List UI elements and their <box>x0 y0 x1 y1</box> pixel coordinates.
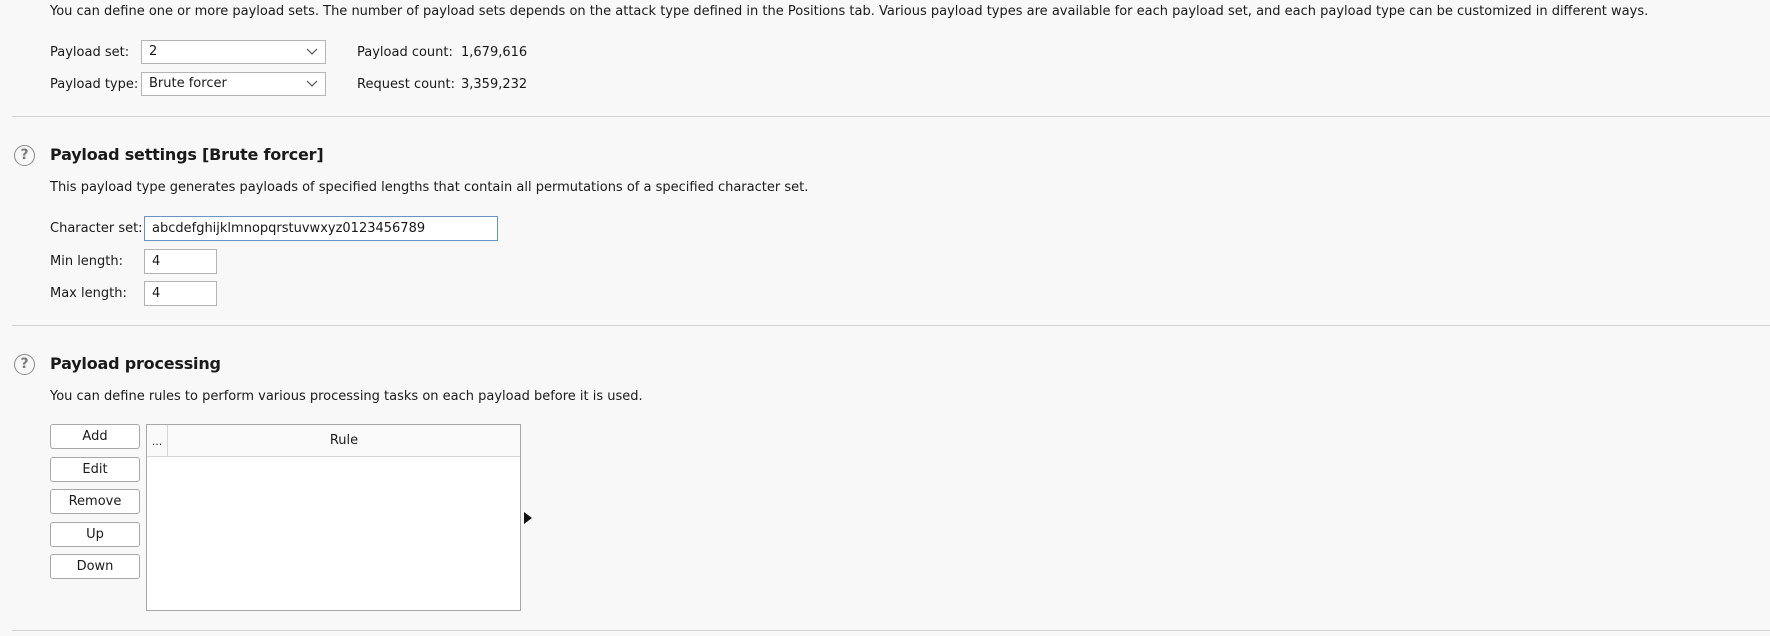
max-length-input[interactable]: 4 <box>144 281 217 306</box>
min-length-label: Min length: <box>50 254 124 269</box>
payload-settings-description: This payload type generates payloads of … <box>50 180 809 195</box>
request-count-label: Request count: <box>357 77 455 92</box>
min-length-input[interactable]: 4 <box>144 249 217 274</box>
payload-count-label: Payload count: <box>357 45 453 60</box>
section-divider <box>12 116 1770 117</box>
payload-settings-title: Payload settings [Brute forcer] <box>50 145 324 164</box>
payload-processing-title: Payload processing <box>50 354 221 373</box>
payload-set-value: 2 <box>149 44 158 59</box>
payload-set-select[interactable]: 2 <box>141 40 326 64</box>
payload-count-value: 1,679,616 <box>461 45 528 60</box>
remove-button[interactable]: Remove <box>50 489 140 514</box>
section-divider <box>12 325 1770 326</box>
chevron-down-icon <box>306 80 318 87</box>
character-set-label: Character set: <box>50 221 143 236</box>
column-header-rule[interactable]: Rule <box>168 425 520 456</box>
character-set-input[interactable]: abcdefghijklmnopqrstuvwxyz0123456789 <box>144 216 498 241</box>
payload-type-label: Payload type: <box>50 77 139 92</box>
payload-type-select[interactable]: Brute forcer <box>141 72 326 96</box>
processing-rules-table[interactable]: ... Rule <box>146 424 521 611</box>
edit-button[interactable]: Edit <box>50 457 140 482</box>
down-button[interactable]: Down <box>50 554 140 579</box>
payload-set-label: Payload set: <box>50 45 130 60</box>
payload-sets-description: You can define one or more payload sets.… <box>50 4 1649 19</box>
triangle-right-icon[interactable] <box>523 511 533 525</box>
chevron-down-icon <box>306 48 318 55</box>
column-header-options[interactable]: ... <box>147 425 168 456</box>
section-divider <box>12 630 1770 631</box>
payloads-panel: You can define one or more payload sets.… <box>0 0 1770 636</box>
payload-processing-description: You can define rules to perform various … <box>50 389 643 404</box>
table-header: ... Rule <box>147 425 520 457</box>
max-length-label: Max length: <box>50 286 127 301</box>
up-button[interactable]: Up <box>50 522 140 547</box>
request-count-value: 3,359,232 <box>461 77 528 92</box>
help-circle-icon[interactable]: ? <box>14 145 35 166</box>
help-circle-icon[interactable]: ? <box>14 354 35 375</box>
add-button[interactable]: Add <box>50 424 140 449</box>
payload-type-value: Brute forcer <box>149 76 227 91</box>
